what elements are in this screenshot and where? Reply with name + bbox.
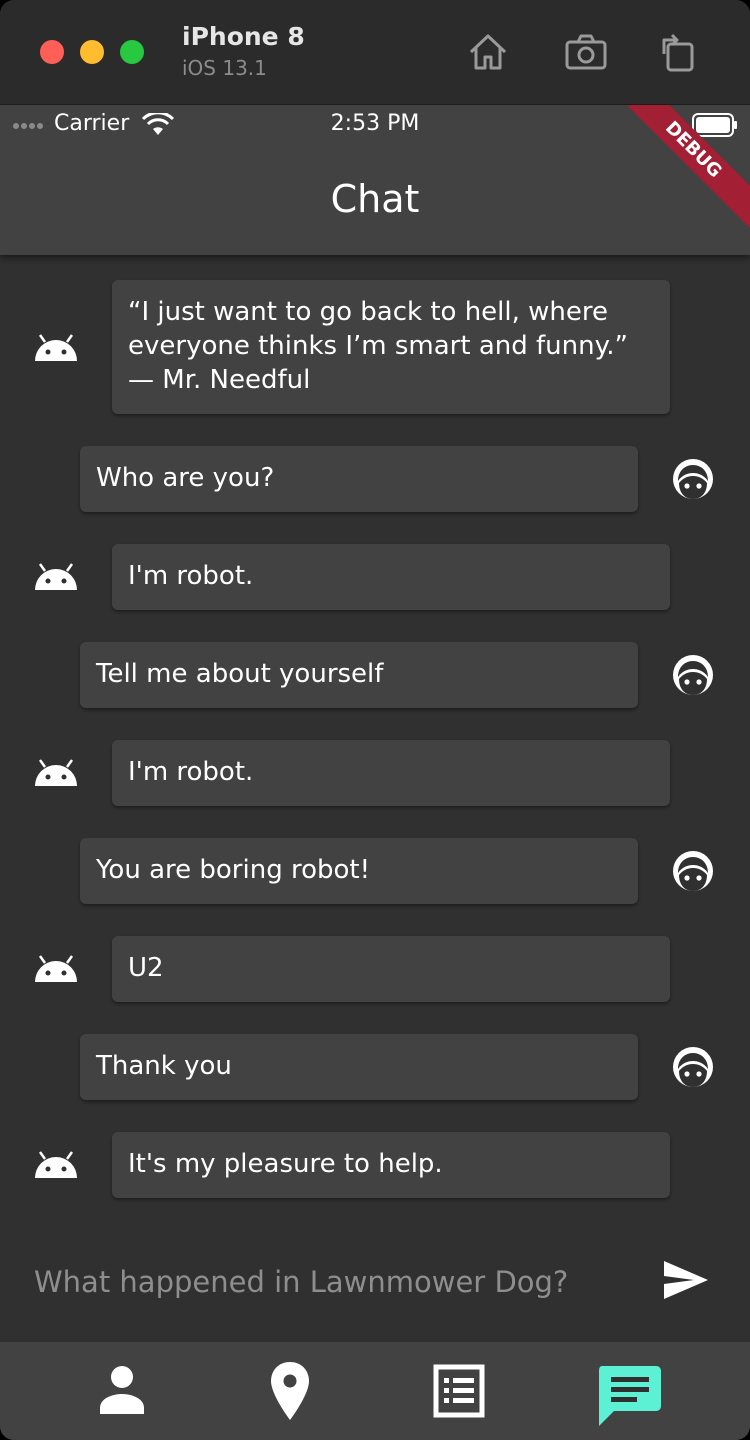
simulator-titlebar: iPhone 8 iOS 13.1: [0, 0, 750, 105]
person-icon[interactable]: [87, 1356, 157, 1426]
android-bot-icon: [35, 1151, 77, 1178]
android-bot-icon: [35, 955, 77, 982]
android-bot-icon: [35, 563, 77, 590]
location-pin-icon[interactable]: [255, 1356, 325, 1426]
android-bot-icon: [35, 334, 77, 361]
app-bar: Carrier 2:53 PM Chat: [0, 105, 750, 255]
android-bot-icon: [35, 759, 77, 786]
app-screen: Carrier 2:53 PM Chat DEBUG “I just want …: [0, 105, 750, 1440]
message-input[interactable]: What happened in Lawnmower Dog?: [34, 1260, 634, 1304]
message-bubble: Thank you: [80, 1034, 638, 1100]
message-bubble: It's my pleasure to help.: [112, 1132, 670, 1198]
simulator-window: iPhone 8 iOS 13.1 Carrier 2:53 PM Chat D…: [0, 0, 750, 1440]
message-bubble: I'm robot.: [112, 544, 670, 610]
screenshot-icon[interactable]: [564, 30, 608, 74]
message-bubble: Who are you?: [80, 446, 638, 512]
close-window-button[interactable]: [40, 40, 64, 64]
rotate-icon[interactable]: [656, 30, 700, 74]
chat-icon[interactable]: [594, 1360, 664, 1430]
maximize-window-button[interactable]: [120, 40, 144, 64]
message-bubble: I'm robot.: [112, 740, 670, 806]
minimize-window-button[interactable]: [80, 40, 104, 64]
user-face-icon: [673, 459, 713, 499]
message-bubble: “I just want to go back to hell, where e…: [112, 280, 670, 414]
message-bubble: U2: [112, 936, 670, 1002]
bottom-navigation-bar: [0, 1342, 750, 1440]
battery-icon: [692, 113, 737, 137]
device-os-version: iOS 13.1: [182, 56, 267, 80]
home-icon[interactable]: [466, 30, 510, 74]
user-face-icon: [673, 655, 713, 695]
message-bubble: You are boring robot!: [80, 838, 638, 904]
list-icon[interactable]: [424, 1356, 494, 1426]
message-bubble: Tell me about yourself: [80, 642, 638, 708]
device-name: iPhone 8: [182, 22, 305, 51]
page-title: Chat: [330, 177, 420, 221]
send-icon[interactable]: [660, 1257, 712, 1303]
user-face-icon: [673, 1047, 713, 1087]
user-face-icon: [673, 851, 713, 891]
